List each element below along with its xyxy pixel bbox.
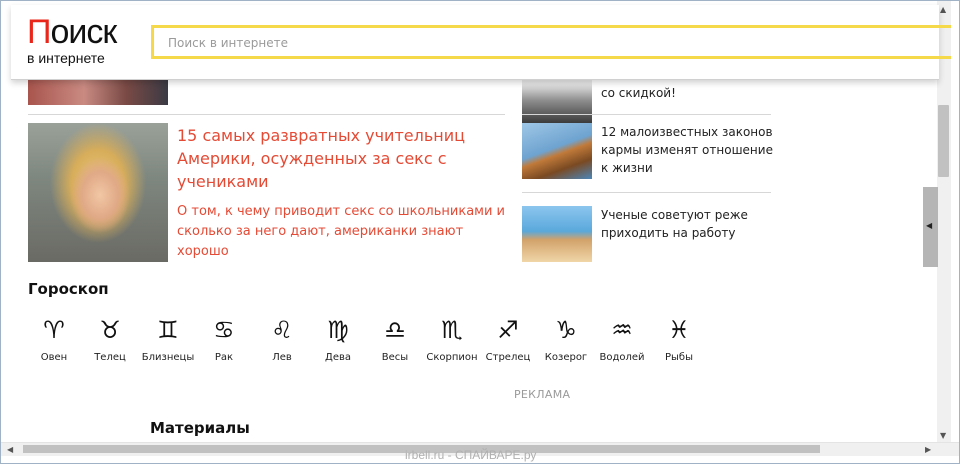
divider <box>28 114 505 115</box>
taurus-icon: ♉ <box>99 316 121 344</box>
horoscope-sign-sagittarius[interactable]: ♐ Стрелец <box>479 315 537 363</box>
main-article-title[interactable]: 15 самых развратных учительниц Америки, … <box>177 124 497 193</box>
search-input[interactable] <box>166 28 870 58</box>
watermark: irbell.ru - СПАЙВАРЕ.ру <box>405 448 537 462</box>
site-logo-subtitle: в интернете <box>27 50 105 66</box>
divider <box>522 114 771 115</box>
divider <box>522 192 771 193</box>
scorpio-icon: ♏ <box>441 316 463 344</box>
ad-label: РЕКЛАМА <box>514 388 571 401</box>
article-thumbnail[interactable] <box>28 79 168 105</box>
side-article-title[interactable]: Ученые советуют реже приходить на работу <box>601 206 773 242</box>
browser-viewport: 15 самых развратных учительниц Америки, … <box>0 0 960 464</box>
cancer-icon: ♋ <box>213 316 235 344</box>
search-box <box>151 25 951 59</box>
search-header: Поиск в интернете <box>11 5 951 80</box>
horoscope-sign-gemini[interactable]: ♊ Близнецы <box>139 315 197 363</box>
sagittarius-icon: ♐ <box>497 316 519 344</box>
libra-icon: ♎ <box>384 316 406 344</box>
main-article-image[interactable] <box>28 123 168 262</box>
sign-label: Телец <box>94 352 126 363</box>
side-article-image[interactable] <box>522 123 592 179</box>
scroll-down-arrow-icon[interactable]: ▼ <box>940 431 946 440</box>
aries-icon: ♈ <box>43 316 65 344</box>
horoscope-sign-pisces[interactable]: ♓ Рыбы <box>650 315 708 363</box>
leo-icon: ♌ <box>271 316 293 344</box>
horoscope-sign-libra[interactable]: ♎ Весы <box>366 315 424 363</box>
sign-label: Скорпион <box>426 352 478 363</box>
vertical-scrollbar[interactable] <box>937 1 951 442</box>
materials-title: Материалы <box>150 419 250 437</box>
scroll-right-arrow-icon[interactable]: ▶ <box>925 445 931 454</box>
horoscope-sign-aries[interactable]: ♈ Овен <box>25 315 83 363</box>
horoscope-sign-leo[interactable]: ♌ Лев <box>253 315 311 363</box>
capricorn-icon: ♑ <box>555 316 577 344</box>
sign-label: Стрелец <box>485 352 531 363</box>
horoscope-sign-aquarius[interactable]: ♒ Водолей <box>593 315 651 363</box>
sign-label: Весы <box>381 352 409 363</box>
horoscope-title: Гороскоп <box>28 280 109 298</box>
sign-label: Овен <box>40 352 68 363</box>
sign-label: Рыбы <box>665 352 693 363</box>
scroll-up-arrow-icon[interactable]: ▲ <box>940 5 946 14</box>
horoscope-sign-virgo[interactable]: ♍ Дева <box>309 315 367 363</box>
gemini-icon: ♊ <box>157 316 179 344</box>
main-article-description[interactable]: О том, к чему приводит секс со школьника… <box>177 202 507 262</box>
vertical-scrollbar-thumb[interactable] <box>938 105 949 177</box>
caret-left-icon: ◀ <box>926 221 933 230</box>
side-article-image[interactable] <box>522 206 592 262</box>
sign-label: Близнецы <box>141 352 195 363</box>
sign-label: Лев <box>272 352 292 363</box>
horoscope-sign-capricorn[interactable]: ♑ Козерог <box>537 315 595 363</box>
site-logo[interactable]: Поиск <box>27 15 117 49</box>
scroll-left-arrow-icon[interactable]: ◀ <box>7 445 13 454</box>
aquarius-icon: ♒ <box>611 316 633 344</box>
horoscope-sign-cancer[interactable]: ♋ Рак <box>195 315 253 363</box>
sign-label: Водолей <box>599 352 645 363</box>
side-article-title[interactable]: со скидкой! <box>601 84 773 102</box>
sign-label: Рак <box>214 352 234 363</box>
side-article-title[interactable]: 12 малоизвестных законов кармы изменят о… <box>601 123 773 177</box>
pisces-icon: ♓ <box>668 316 690 344</box>
virgo-icon: ♍ <box>327 316 349 344</box>
sign-label: Козерог <box>544 352 588 363</box>
sign-label: Дева <box>325 352 351 363</box>
horoscope-sign-scorpio[interactable]: ♏ Скорпион <box>423 315 481 363</box>
horoscope-sign-taurus[interactable]: ♉ Телец <box>81 315 139 363</box>
